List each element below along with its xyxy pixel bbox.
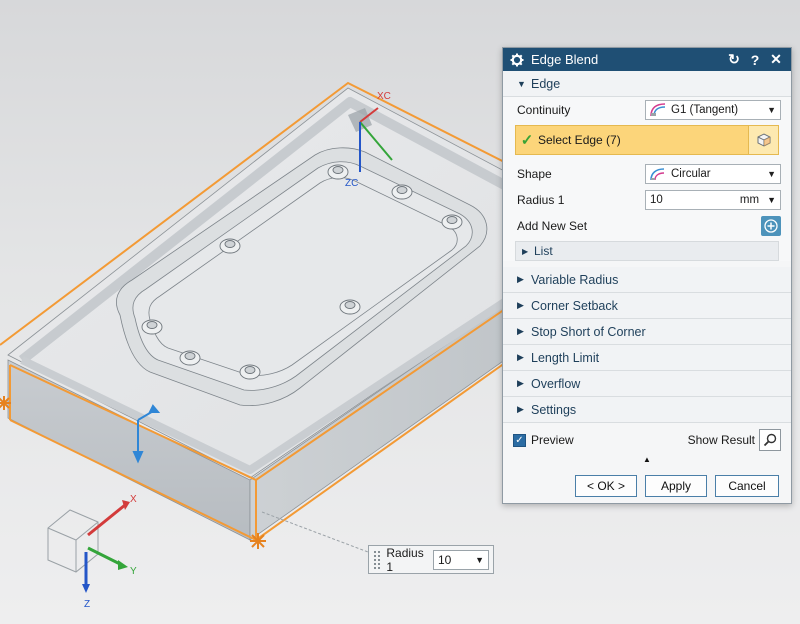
continuity-dropdown[interactable]: G1 (Tangent) ▼ [645, 100, 781, 120]
edge-blend-dialog: Edge Blend ↻ ? ✕ ▼ Edge Continuity G1 (T… [502, 47, 792, 504]
popup-leader-line [261, 511, 369, 553]
shape-dropdown[interactable]: Circular ▼ [645, 164, 781, 184]
section-settings[interactable]: ▶ Settings [503, 397, 791, 423]
onscreen-radius-input[interactable]: Radius 1 10 ▼ [368, 545, 494, 574]
radius-popup-value[interactable]: 10 [438, 553, 475, 567]
select-edge-row[interactable]: ✓ Select Edge (7) [515, 125, 779, 155]
add-new-set-button[interactable] [761, 216, 781, 236]
shape-value: Circular [671, 168, 711, 180]
shape-label: Shape [517, 167, 552, 181]
reset-icon[interactable]: ↻ [725, 51, 743, 68]
triangle-right-icon: ▶ [517, 300, 524, 310]
chevron-down-icon[interactable]: ▼ [767, 169, 776, 179]
select-edge-label[interactable]: Select Edge (7) [538, 133, 748, 147]
show-result-label: Show Result [687, 433, 755, 447]
wcs-xc-label: XC [377, 91, 391, 102]
triad-y-label: Y [130, 566, 137, 577]
chevron-down-icon[interactable]: ▼ [475, 555, 484, 565]
dialog-title: Edge Blend [531, 52, 599, 67]
section-title: Length Limit [531, 350, 600, 365]
section-title: Settings [531, 402, 577, 417]
circular-shape-icon [650, 167, 666, 181]
tangent-continuity-icon [650, 103, 666, 117]
view-triad[interactable]: X Y Z [47, 494, 137, 610]
close-icon[interactable]: ✕ [767, 51, 785, 68]
triad-z-label: Z [84, 599, 90, 610]
magnifier-icon [763, 433, 777, 447]
triangle-right-icon: ▶ [517, 326, 524, 336]
section-title: Stop Short of Corner [531, 324, 646, 339]
ok-button[interactable]: < OK > [575, 475, 637, 497]
list-label: List [534, 244, 553, 258]
collapsed-sections: ▶ Variable Radius ▶ Corner Setback ▶ Sto… [503, 267, 791, 423]
section-corner-setback[interactable]: ▶ Corner Setback [503, 293, 791, 319]
triangle-down-icon: ▼ [517, 78, 526, 89]
collapse-arrow-icon[interactable]: ▲ [503, 455, 791, 469]
help-icon[interactable]: ? [746, 52, 764, 68]
shape-row: Shape Circular ▼ [503, 161, 791, 187]
section-title: Variable Radius [531, 272, 619, 287]
triangle-right-icon: ▶ [517, 274, 524, 284]
drag-grip[interactable] [373, 549, 381, 570]
cancel-button[interactable]: Cancel [715, 475, 779, 497]
triangle-right-icon: ▶ [517, 404, 524, 414]
continuity-value: G1 (Tangent) [671, 104, 739, 116]
wcs-zc-label: ZC [345, 178, 358, 189]
section-length-limit[interactable]: ▶ Length Limit [503, 345, 791, 371]
radius-popup-field[interactable]: 10 ▼ [432, 549, 489, 570]
triangle-right-icon: ▶ [517, 378, 524, 388]
triad-x-label: X [130, 494, 137, 505]
preview-checkbox[interactable]: ✓ [513, 433, 526, 447]
edge-selector-cube-icon[interactable] [748, 126, 778, 154]
add-new-set-row: Add New Set [503, 213, 791, 239]
section-edge-title: Edge [531, 76, 561, 91]
show-result-button[interactable] [759, 429, 781, 451]
section-edge[interactable]: ▼ Edge [503, 71, 791, 97]
triangle-right-icon: ▶ [522, 246, 529, 256]
section-variable-radius[interactable]: ▶ Variable Radius [503, 267, 791, 293]
preview-label[interactable]: Preview [531, 433, 688, 447]
add-new-set-label: Add New Set [517, 219, 588, 233]
dialog-titlebar[interactable]: Edge Blend ↻ ? ✕ [503, 48, 791, 71]
show-result-group: Show Result [688, 429, 781, 451]
checkmark-icon: ✓ [520, 132, 534, 149]
section-title: Overflow [531, 376, 581, 391]
chevron-down-icon[interactable]: ▼ [767, 195, 776, 205]
preview-row: ✓ Preview Show Result [503, 427, 791, 453]
list-subsection[interactable]: ▶ List [515, 241, 779, 261]
section-title: Corner Setback [531, 298, 618, 313]
radius-label: Radius 1 [517, 193, 565, 207]
radius-unit: mm [739, 194, 760, 206]
radius-value[interactable]: 10 [650, 194, 740, 206]
continuity-row: Continuity G1 (Tangent) ▼ [503, 97, 791, 123]
dialog-buttons: < OK > Apply Cancel [503, 469, 791, 497]
section-stop-short-of-corner[interactable]: ▶ Stop Short of Corner [503, 319, 791, 345]
section-overflow[interactable]: ▶ Overflow [503, 371, 791, 397]
continuity-label: Continuity [517, 103, 571, 117]
apply-button[interactable]: Apply [645, 475, 707, 497]
triangle-right-icon: ▶ [517, 352, 524, 362]
chevron-down-icon[interactable]: ▼ [767, 105, 776, 115]
radius-popup-label: Radius 1 [386, 545, 424, 574]
gear-icon [509, 52, 525, 68]
radius-row: Radius 1 10 mm ▼ [503, 187, 791, 213]
section-edge-body: Continuity G1 (Tangent) ▼ ✓ Select Edge … [503, 97, 791, 261]
radius-input[interactable]: 10 mm ▼ [645, 190, 781, 210]
